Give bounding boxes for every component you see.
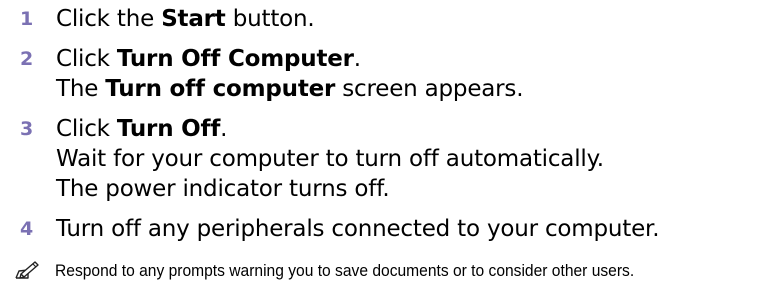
step-line: The power indicator turns off. [56,174,604,204]
step-number: 3 [20,118,34,140]
text-segment: The [56,76,106,102]
text-segment: Wait for your computer to turn off autom… [56,146,604,172]
step-number: 2 [20,48,34,70]
step-line: Turn off any peripherals connected to yo… [56,214,660,244]
text-segment: . [220,116,228,142]
pencil-note-icon [15,261,39,279]
text-segment: Click [56,46,117,72]
step-line: Click Turn Off Computer. [56,44,523,74]
text-segment: Click the [56,6,162,32]
step-text: Turn off any peripherals connected to yo… [56,214,660,244]
text-segment: The power indicator turns off. [56,176,390,202]
step-text: Click Turn Off. Wait for your computer t… [56,114,604,204]
text-segment: Click [56,116,117,142]
text-segment: button. [225,6,315,32]
bold-ui-label: Turn Off Computer [116,46,354,72]
bold-ui-label: Turn Off [116,116,221,142]
step-line: Wait for your computer to turn off autom… [56,144,604,174]
step-line: Click Turn Off. [56,114,604,144]
text-segment: Turn off any peripherals connected to yo… [56,216,660,242]
text-segment: . [353,46,361,72]
step-text: Click the Start button. [56,4,315,34]
step-line: The Turn off computer screen appears. [56,74,524,104]
step-line: Click the Start button. [56,4,315,34]
note: Respond to any prompts warning you to sa… [14,256,784,286]
bold-ui-label: Turn off computer [105,76,336,102]
step-number: 4 [20,218,34,240]
note-text: Respond to any prompts warning you to sa… [55,261,635,280]
step-number: 1 [20,8,34,30]
text-segment: screen appears. [335,76,524,102]
bold-ui-label: Start [161,6,226,32]
step-text: Click Turn Off Computer. The Turn off co… [56,44,524,104]
